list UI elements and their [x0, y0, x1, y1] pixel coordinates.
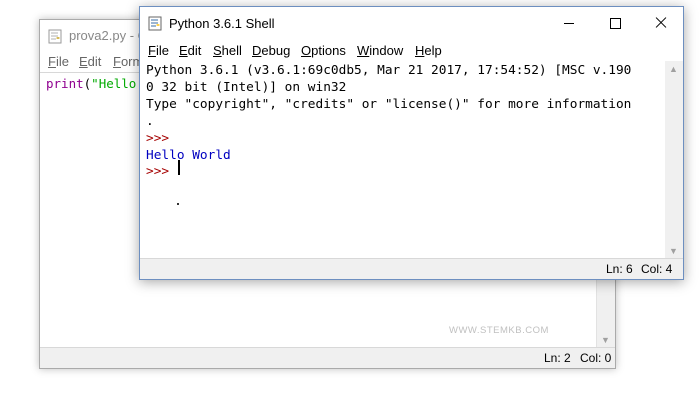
shell-titlebar[interactable]: Python 3.6.1 Shell [140, 7, 683, 39]
minimize-icon [564, 23, 574, 24]
maximize-icon [610, 18, 621, 29]
shell-menu-window[interactable]: Window [357, 43, 403, 58]
maximize-button[interactable] [592, 7, 638, 39]
shell-line-number: Ln: 6 [606, 262, 633, 276]
shell-column-number: Col: 4 [641, 262, 673, 276]
shell-banner-line: 0 32 bit (Intel)] on win32 [146, 80, 347, 95]
shell-output: Hello World [146, 148, 231, 163]
python-idle-icon [148, 16, 163, 36]
shell-menubar: File Edit Shell Debug Options Window Hel… [140, 39, 683, 61]
shell-menu-shell[interactable]: Shell [213, 43, 242, 58]
mouse-pointer-icon [177, 203, 179, 205]
close-button[interactable] [638, 7, 684, 39]
shell-title: Python 3.6.1 Shell [169, 16, 275, 31]
code-keyword: print [46, 76, 84, 91]
editor-line-number: Ln: 2 [544, 351, 571, 365]
shell-vertical-scrollbar[interactable]: ▲ ▼ [665, 61, 683, 259]
shell-menu-help[interactable]: Help [415, 43, 442, 58]
python-idle-icon [48, 29, 63, 49]
editor-statusbar: Ln: 2 Col: 0 [40, 347, 615, 368]
shell-statusbar: Ln: 6 Col: 4 [140, 258, 683, 279]
shell-window[interactable]: Python 3.6.1 Shell File Edit Shell Debug… [139, 6, 684, 280]
watermark: WWW.STEMKB.COM [449, 325, 549, 336]
shell-prompt: >>> [146, 164, 177, 179]
shell-menu-options[interactable]: Options [301, 43, 346, 58]
shell-banner-line: . [146, 114, 154, 129]
editor-column-number: Col: 0 [580, 351, 612, 365]
shell-text-area[interactable]: Python 3.6.1 (v3.6.1:69c0db5, Mar 21 201… [140, 61, 665, 259]
shell-menu-edit[interactable]: Edit [179, 43, 201, 58]
editor-menu-file[interactable]: File [48, 54, 69, 69]
shell-prompt: >>> [146, 131, 177, 146]
scroll-down-icon[interactable]: ▼ [601, 335, 610, 345]
shell-menu-file[interactable]: File [148, 43, 169, 58]
shell-banner-line: Type "copyright", "credits" or "license(… [146, 97, 632, 112]
scroll-up-icon[interactable]: ▲ [669, 64, 678, 74]
text-caret [178, 160, 180, 175]
code-string: "Hello [91, 76, 137, 91]
scroll-down-icon[interactable]: ▼ [669, 246, 678, 256]
editor-code-line: print("Hello [46, 76, 136, 91]
shell-banner-line: Python 3.6.1 (v3.6.1:69c0db5, Mar 21 201… [146, 63, 632, 78]
editor-title: prova2.py - C [69, 28, 148, 43]
editor-menu-edit[interactable]: Edit [79, 54, 101, 69]
minimize-button[interactable] [546, 7, 592, 39]
shell-menu-debug[interactable]: Debug [252, 43, 290, 58]
